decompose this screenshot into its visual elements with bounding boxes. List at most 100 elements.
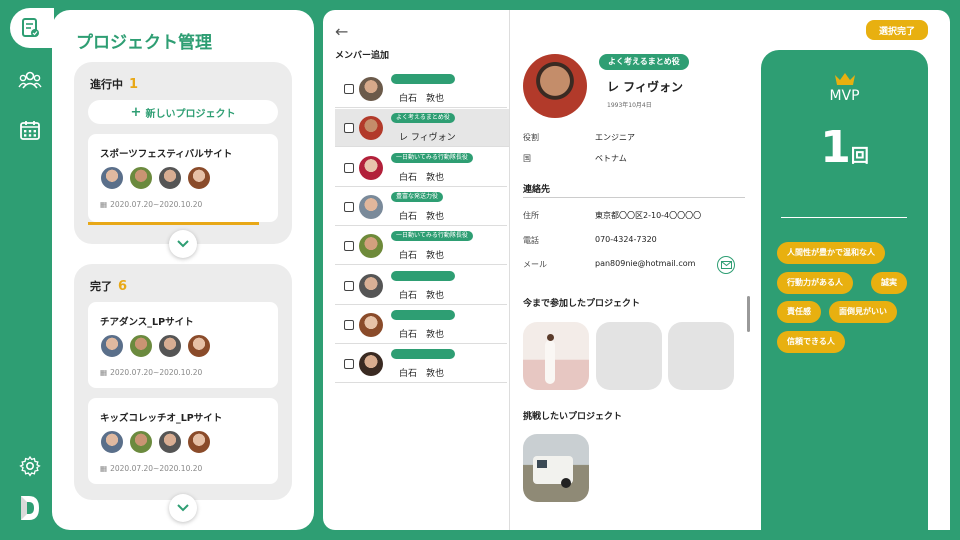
calendar-icon[interactable] (14, 114, 46, 146)
avatar (359, 234, 383, 259)
member-checkbox[interactable] (344, 84, 354, 94)
project-list-icon[interactable] (14, 12, 46, 44)
avatar (359, 116, 383, 141)
member-role-tag: 豊富な発送力役 (391, 191, 444, 202)
member-row[interactable]: 一日動いてみる行動隊長役白石 敦也 (335, 227, 507, 266)
project-card[interactable]: スポーツフェスティバルサイト ▦ 2020.07.20~2020.10.20 (88, 134, 278, 222)
trait-tag: 信頼できる人 (777, 331, 845, 353)
divider (781, 217, 907, 218)
trait-tag: 責任感 (777, 301, 821, 323)
mvp-count: 1回 (761, 122, 928, 173)
avatar (158, 334, 182, 358)
project-thumbnail-placeholder[interactable] (596, 322, 662, 390)
member-row[interactable]: 一日動いてみる行動隊長役白石 敦也 (335, 149, 507, 187)
selection-done-button[interactable]: 選択完了 (866, 20, 928, 40)
members-icon[interactable] (14, 64, 46, 96)
divider (523, 197, 745, 198)
member-row[interactable]: 白石 敦也 (335, 345, 507, 384)
member-row[interactable]: 白石 敦也 (335, 70, 507, 108)
gear-icon[interactable] (14, 450, 46, 482)
mvp-card: MVP 1回 人間性が豊かで温和な人 行動力がある人 誠実 責任感 面倒見がいい… (761, 50, 928, 530)
member-checkbox[interactable] (344, 280, 354, 291)
project-card-date: ▦ 2020.07.20~2020.10.20 (100, 368, 202, 377)
member-checkbox[interactable] (344, 201, 354, 212)
avatar (359, 155, 383, 180)
avatar (187, 166, 211, 190)
member-row[interactable]: 豊富な発送力役白石 敦也 (335, 188, 507, 226)
mail-icon (720, 261, 732, 269)
member-checkbox[interactable] (344, 359, 354, 370)
in-progress-count: 1 (129, 77, 139, 92)
mvp-count-number: 1 (820, 122, 851, 173)
profile-birthdate: 1993年10月4日 (607, 102, 652, 109)
profile-avatar (523, 54, 587, 118)
mvp-count-unit: 回 (850, 146, 869, 167)
in-progress-label: 進行中 (90, 78, 123, 91)
avatar (359, 194, 383, 219)
member-name: 白石 敦也 (399, 251, 445, 262)
joined-projects-title: 今まで参加したプロジェクト (523, 299, 641, 309)
phone-value: 070-4324-7320 (595, 235, 657, 244)
member-role-tag: 一日動いてみる行動隊長役 (391, 152, 473, 163)
member-checkbox[interactable] (344, 162, 354, 173)
project-card-avatars (100, 430, 211, 454)
member-role-tag (391, 309, 455, 320)
new-project-button[interactable]: + 新しいプロジェクト (88, 100, 278, 124)
member-list-title: メンバー追加 (335, 51, 390, 61)
member-checkbox[interactable] (344, 241, 354, 252)
project-card-date: ▦ 2020.07.20~2020.10.20 (100, 200, 202, 209)
back-arrow-icon[interactable]: ← (335, 22, 348, 41)
member-checkbox[interactable] (344, 123, 354, 134)
member-row[interactable]: 白石 敦也 (335, 306, 507, 344)
trait-tag: 面倒見がいい (829, 301, 897, 323)
role-label: 役割 (523, 133, 539, 142)
member-role-tag: 一日動いてみる行動隊長役 (391, 231, 473, 242)
country-value: ベトナム (595, 154, 627, 163)
member-name: 白石 敦也 (399, 172, 445, 183)
phone-label: 電話 (523, 236, 539, 245)
completed-count: 6 (118, 279, 128, 294)
project-card-title: キッズコレッチオ_LPサイト (100, 413, 223, 424)
trait-tag: 行動力がある人 (777, 272, 853, 294)
avatar (359, 273, 383, 298)
calendar-icon: ▦ (100, 200, 108, 209)
project-thumbnail-placeholder[interactable] (668, 322, 734, 390)
member-checkbox[interactable] (344, 319, 354, 330)
member-name: 白石 敦也 (399, 211, 445, 222)
project-card-date: ▦ 2020.07.20~2020.10.20 (100, 464, 202, 473)
project-card[interactable]: チアダンス_LPサイト ▦ 2020.07.20~2020.10.20 (88, 302, 278, 388)
project-card-title: チアダンス_LPサイト (100, 317, 194, 328)
project-thumbnail[interactable] (523, 322, 589, 390)
project-card-avatars (100, 334, 211, 358)
member-role-tag: よく考えるまとめ役 (391, 113, 455, 124)
avatar (359, 352, 383, 377)
member-role-tag (391, 349, 455, 360)
project-card[interactable]: キッズコレッチオ_LPサイト ▦ 2020.07.20~2020.10.20 (88, 398, 278, 484)
avatar (158, 430, 182, 454)
scrollbar[interactable] (747, 296, 750, 332)
avatar (129, 430, 153, 454)
member-name: 白石 敦也 (399, 290, 445, 301)
project-card-title: スポーツフェスティバルサイト (100, 149, 233, 160)
page-title: プロジェクト管理 (76, 33, 212, 53)
avatar (158, 166, 182, 190)
chevron-down-icon[interactable] (169, 230, 197, 258)
mail-value: pan809nie@hotmail.com (595, 259, 696, 268)
trait-tag: 誠実 (871, 272, 907, 294)
nav-rail (0, 0, 60, 540)
member-row[interactable]: 白石 敦也 (335, 267, 507, 305)
project-thumbnail[interactable] (523, 434, 589, 502)
member-row[interactable]: よく考えるまとめ役レ フィヴォン (335, 109, 509, 148)
main-panel: ← メンバー追加 白石 敦也 よく考えるまとめ役レ フィヴォン 一日動いてみる行動隊… (323, 10, 950, 530)
calendar-icon: ▦ (100, 368, 108, 377)
chevron-down-icon[interactable] (169, 494, 197, 522)
send-mail-button[interactable] (717, 256, 735, 274)
new-project-label: 新しいプロジェクト (145, 108, 236, 120)
role-value: エンジニア (595, 133, 635, 142)
member-name: 白石 敦也 (399, 369, 445, 380)
avatar (359, 77, 383, 101)
app-logo-icon (14, 492, 46, 524)
avatar (100, 430, 124, 454)
project-progress-bar (88, 222, 259, 225)
projects-panel: プロジェクト管理 進行中 1 + 新しいプロジェクト スポーツフェスティバルサイト… (52, 10, 314, 530)
